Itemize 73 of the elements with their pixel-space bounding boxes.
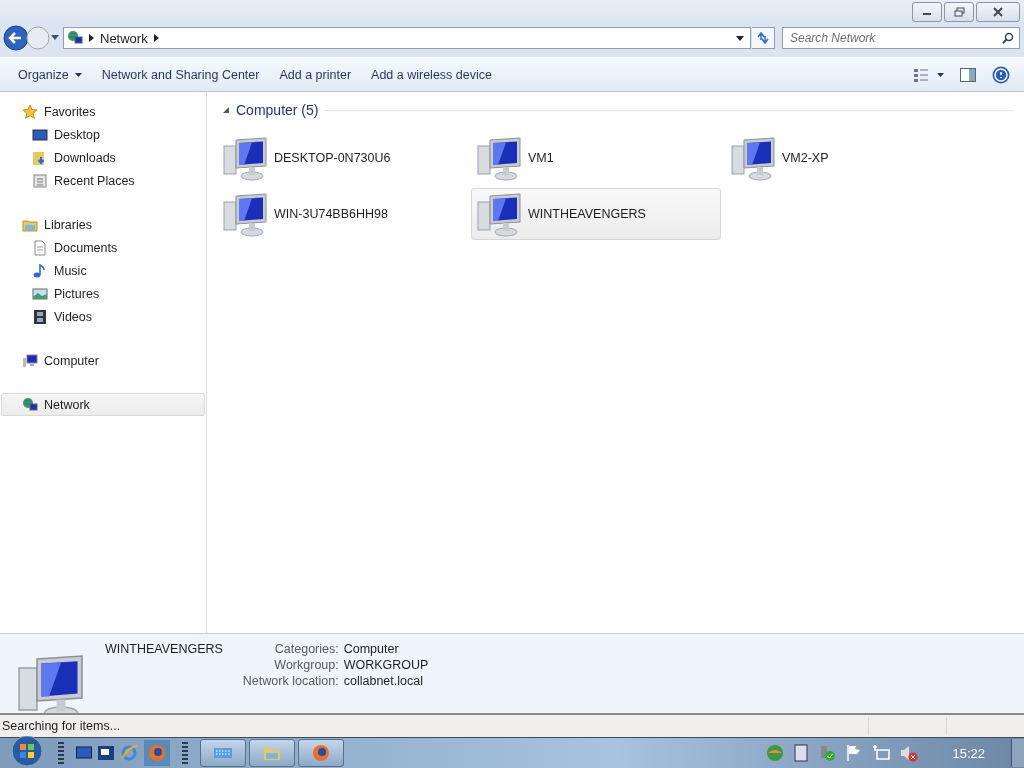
toolbar-button[interactable]: Add a wireless device [361,64,502,85]
property-label: Network location: [242,674,339,688]
window-switcher-icon[interactable] [98,746,114,760]
film-icon [32,308,48,325]
breadcrumb-arrow-icon [153,34,159,42]
dropdown-icon[interactable] [736,35,744,41]
device-tile[interactable]: VM1 [471,132,721,184]
nav-item[interactable]: Documents [1,236,205,259]
group-header: Computer (5) [236,102,319,118]
status-text: Searching for items... [2,719,121,733]
refresh-icon [756,31,770,45]
property-label: Workgroup: [273,658,339,672]
search-field[interactable]: Search Network [782,27,1020,49]
document-icon[interactable] [794,744,809,762]
nav-item[interactable]: Computer [1,349,205,372]
history-dropdown-icon[interactable] [51,35,59,41]
collapse-icon[interactable] [223,107,229,113]
toolbar-button[interactable]: Network and Sharing Center [91,64,270,85]
desktop-icon [32,126,48,143]
search-icon [1002,32,1014,44]
device-tile[interactable]: WINTHEAVENGERS [471,188,721,240]
caret-icon [74,72,82,77]
device-tile[interactable]: DESKTOP-0N730U6 [217,132,467,184]
computer-icon [222,134,270,182]
recent-places-icon [32,172,48,189]
music-note-icon [32,262,48,279]
toolbar-button[interactable]: Organize [8,64,92,85]
close-button[interactable] [976,2,1020,22]
property-label: Categories: [273,642,339,656]
restore-icon [953,7,965,17]
property-value: Computer [343,642,400,656]
nav-item[interactable]: Downloads [1,146,205,169]
address-field[interactable]: Network [63,27,751,49]
nav-item[interactable]: Favorites [1,100,205,123]
nav-item[interactable]: Pictures [1,282,205,305]
minimize-button[interactable] [912,2,942,22]
flag-icon[interactable] [846,744,863,762]
nav-item[interactable]: Recent Places [1,169,205,192]
breadcrumb-arrow-icon [89,34,94,42]
nav-item[interactable]: Desktop [1,123,205,146]
nav-item[interactable]: Libraries [1,213,205,236]
desktop-icon[interactable] [76,746,92,760]
keyboard-task-button[interactable] [200,739,246,767]
view-list-icon [914,67,944,82]
nav-item[interactable]: Music [1,259,205,282]
folder-task-button[interactable] [249,739,295,767]
folder-icon [263,745,281,761]
usb-check-icon[interactable] [818,744,837,762]
item-name: WINTHEAVENGERS [105,642,223,657]
computer-icon [476,190,524,238]
device-tile[interactable]: WIN-3U74BB6HH98 [217,188,467,240]
refresh-button[interactable] [752,27,775,49]
nav-item[interactable]: Videos [1,305,205,328]
preview-pane-icon [960,67,976,82]
property-value: collabnet.local [343,674,424,688]
picture-icon [32,285,48,302]
device-tile[interactable]: VM2-XP [725,132,975,184]
nav-item[interactable]: Network [1,393,205,416]
muted-speaker-icon[interactable] [900,744,919,762]
star-icon [22,103,38,120]
document-icon [32,239,48,256]
show-desktop-button[interactable] [1011,739,1024,767]
property-value: WORKGROUP [343,658,429,672]
firefox-task-button[interactable] [298,739,344,767]
back-button[interactable] [3,25,29,51]
help-icon [992,65,1010,84]
computer-icon [222,190,270,238]
computer-icon [476,134,524,182]
computer-icon [730,134,778,182]
close-icon [993,7,1003,17]
computer-icon [22,352,38,369]
keyboard-icon [214,748,232,758]
toolbar-button[interactable]: Add a printer [269,64,362,85]
